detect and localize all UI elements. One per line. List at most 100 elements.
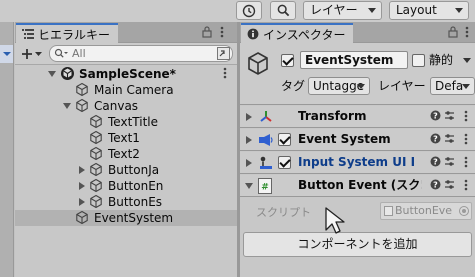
kebab-menu-icon[interactable] <box>464 156 468 168</box>
lock-icon[interactable] <box>202 26 212 38</box>
list-item-label: Canvas <box>94 99 139 113</box>
tab-inspector-label: インスペクター <box>263 28 346 42</box>
gameobject-cube-icon <box>75 210 89 225</box>
gameobject-active-checkbox[interactable] <box>281 54 294 67</box>
chevron-down-icon <box>462 84 470 89</box>
layout-dropdown-label: Layout <box>396 3 437 17</box>
static-label: 静的 <box>429 53 454 67</box>
svg-text:?: ? <box>433 135 438 144</box>
scene-row[interactable]: SampleScene* <box>15 66 237 82</box>
list-item-selected[interactable]: EventSystem <box>15 210 237 226</box>
kebab-menu-icon[interactable] <box>223 67 227 79</box>
kebab-menu-icon[interactable] <box>464 179 468 191</box>
help-icon[interactable]: ? <box>430 133 441 144</box>
component-input-system-ui[interactable]: Input System UI I ? <box>240 152 475 174</box>
chevron-down-icon <box>455 8 463 13</box>
unity-scene-icon <box>60 66 75 81</box>
static-checkbox[interactable] <box>412 54 425 67</box>
kebab-menu-icon[interactable] <box>464 133 468 145</box>
script-value: ButtonEve <box>395 204 453 217</box>
search-scope-icon[interactable] <box>217 47 230 60</box>
layers-dropdown-label: レイヤー <box>310 3 358 17</box>
component-enabled-checkbox[interactable] <box>278 156 291 169</box>
list-item[interactable]: Text2 <box>15 146 237 162</box>
foldout-collapsed-icon[interactable] <box>79 198 85 206</box>
foldout-expanded-icon[interactable] <box>48 71 56 77</box>
list-item[interactable]: ButtonEn <box>15 178 237 194</box>
foldout-collapsed-icon[interactable] <box>79 182 85 190</box>
kebab-menu-icon[interactable] <box>220 26 224 38</box>
lock-icon[interactable] <box>448 26 458 38</box>
preset-sliders-icon[interactable] <box>444 133 455 144</box>
list-item[interactable]: TextTitle <box>15 114 237 130</box>
gameobject-cube-icon <box>75 82 89 97</box>
help-icon[interactable]: ? <box>430 156 441 167</box>
tag-label: タグ <box>281 79 306 93</box>
svg-text:?: ? <box>433 158 438 167</box>
scene-name: SampleScene* <box>79 67 176 81</box>
foldout-expanded-icon[interactable] <box>245 183 253 189</box>
list-item[interactable]: ButtonJa <box>15 162 237 178</box>
layers-dropdown[interactable]: レイヤー <box>303 1 382 20</box>
search-input[interactable] <box>72 46 212 61</box>
list-item[interactable]: ButtonEs <box>15 194 237 210</box>
svg-text:?: ? <box>433 181 438 190</box>
history-button[interactable] <box>236 1 262 20</box>
kebab-menu-icon[interactable] <box>464 110 468 122</box>
layout-dropdown[interactable]: Layout <box>389 1 469 20</box>
search-button[interactable] <box>270 1 296 20</box>
script-object-field[interactable]: ButtonEve <box>380 202 472 220</box>
tag-dropdown[interactable]: Untagge <box>308 77 370 95</box>
component-title: Event System <box>298 132 391 146</box>
gameobject-cube-icon <box>89 130 103 145</box>
svg-text:#: # <box>261 183 269 193</box>
search-icon <box>277 4 290 17</box>
kebab-menu-icon[interactable] <box>465 26 469 38</box>
hierarchy-panel: ヒエラルキー SampleS <box>15 22 237 277</box>
foldout-collapsed-icon[interactable] <box>246 159 252 167</box>
input-module-icon <box>258 155 274 171</box>
hierarchy-tabbar: ヒエラルキー <box>15 22 237 44</box>
chevron-down-icon[interactable] <box>463 58 471 63</box>
foldout-collapsed-icon[interactable] <box>246 113 252 121</box>
top-toolbar: レイヤー Layout <box>0 0 475 22</box>
gameobject-cube-icon <box>89 146 103 161</box>
transform-axes-icon <box>258 109 274 125</box>
component-title: Transform <box>298 109 367 123</box>
component-button-event[interactable]: # Button Event (スク! ? <box>240 175 475 197</box>
gameobject-cube-icon <box>89 178 103 193</box>
plus-icon <box>21 48 33 60</box>
create-button[interactable] <box>18 44 46 63</box>
foldout-collapsed-icon[interactable] <box>246 136 252 144</box>
list-item[interactable]: Canvas <box>15 98 237 114</box>
list-item[interactable]: Main Camera <box>15 82 237 98</box>
preset-sliders-icon[interactable] <box>444 110 455 121</box>
tab-inspector[interactable]: インスペクター <box>241 23 354 44</box>
add-component-button[interactable]: コンポーネントを追加 <box>243 232 472 257</box>
list-item[interactable]: Text1 <box>15 130 237 146</box>
foldout-expanded-icon[interactable] <box>63 103 71 109</box>
preset-sliders-icon[interactable] <box>444 156 455 167</box>
script-file-icon <box>384 206 393 216</box>
mouse-cursor-icon <box>324 207 346 237</box>
object-picker-icon[interactable] <box>459 206 469 216</box>
script-field-row: スクリプト ButtonEve <box>240 201 475 221</box>
foldout-collapsed-icon[interactable] <box>79 166 85 174</box>
list-item-label: EventSystem <box>94 211 174 225</box>
layer-dropdown[interactable]: Defa <box>430 77 475 95</box>
layer-value: Defa <box>435 79 464 93</box>
hierarchy-search[interactable] <box>49 45 233 62</box>
help-icon[interactable]: ? <box>430 110 441 121</box>
component-enabled-checkbox[interactable] <box>278 133 291 146</box>
list-item-label: ButtonEn <box>108 179 164 193</box>
component-event-system[interactable]: Event System ? <box>240 129 475 151</box>
scene-view-edge <box>0 22 14 277</box>
info-icon <box>247 28 259 40</box>
gameobject-name-field[interactable]: EventSystem <box>300 51 408 69</box>
scene-dropdown-edge[interactable] <box>0 45 13 63</box>
preset-sliders-icon[interactable] <box>444 179 455 190</box>
help-icon[interactable]: ? <box>430 179 441 190</box>
svg-text:?: ? <box>433 112 438 121</box>
component-transform[interactable]: Transform ? <box>240 106 475 128</box>
tab-hierarchy[interactable]: ヒエラルキー <box>16 23 119 44</box>
